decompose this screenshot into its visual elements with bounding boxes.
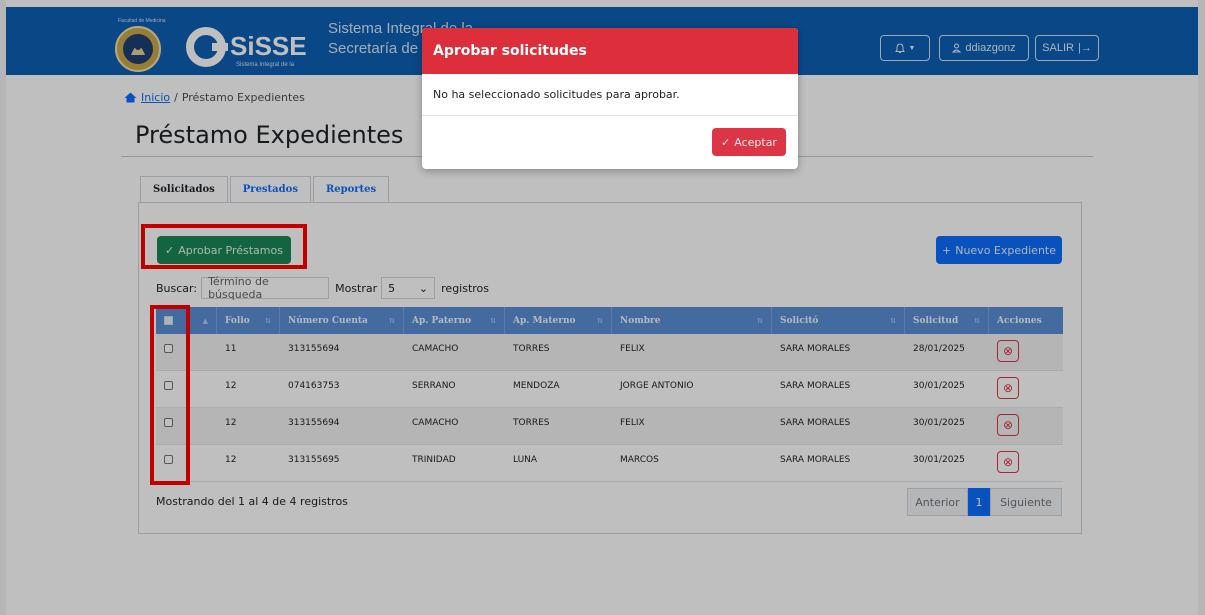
accept-label: Aceptar: [734, 135, 777, 149]
dialog-message: No ha seleccionado solicitudes para apro…: [422, 74, 798, 116]
approve-dialog: Aprobar solicitudes No ha seleccionado s…: [422, 28, 798, 169]
check-icon: ✓: [721, 135, 731, 149]
accept-button[interactable]: ✓ Aceptar: [712, 128, 786, 156]
dialog-footer: ✓ Aceptar: [422, 116, 798, 169]
dialog-title: Aprobar solicitudes: [422, 28, 798, 74]
